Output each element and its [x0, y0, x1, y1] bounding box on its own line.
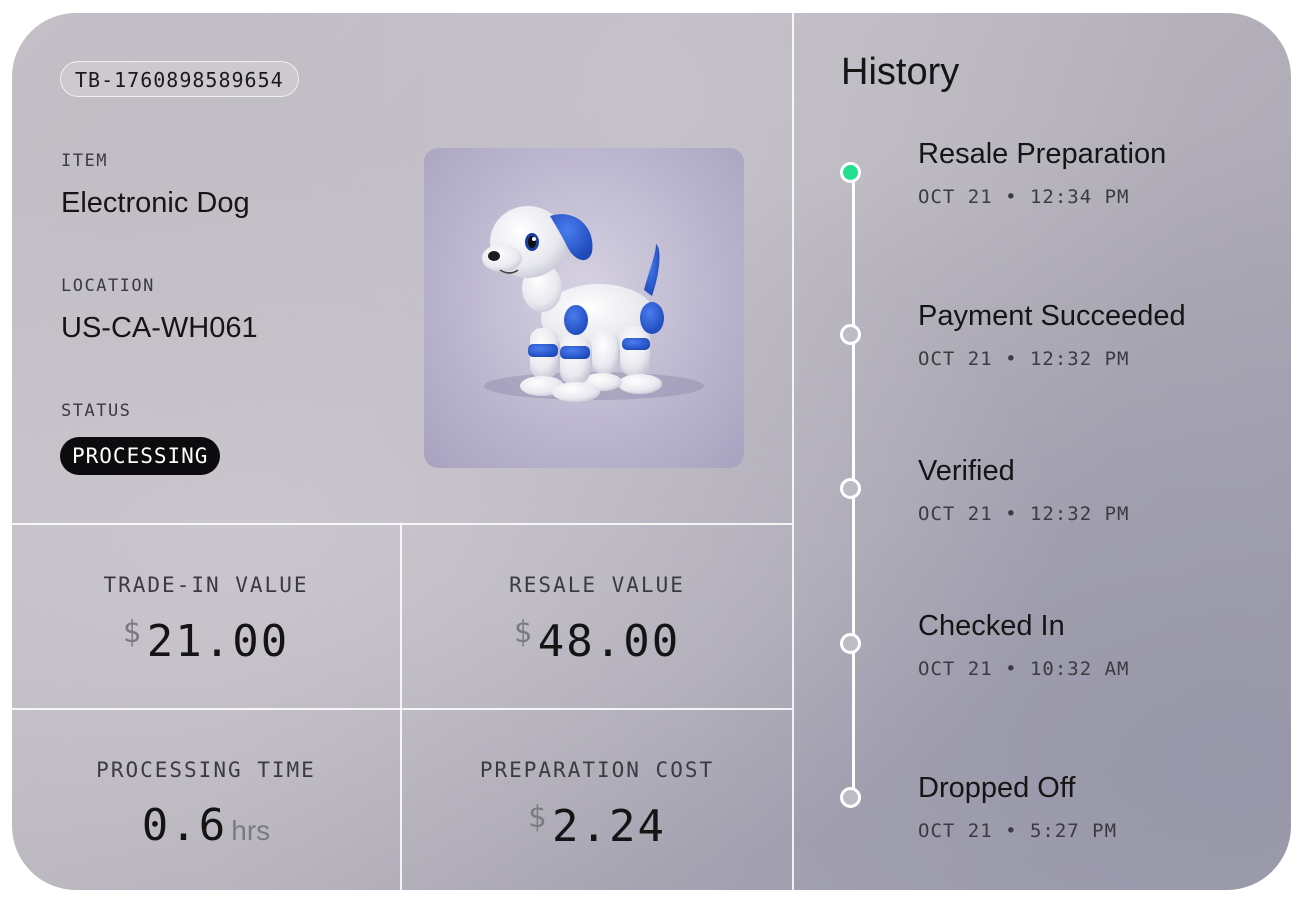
history-event: Resale Preparation OCT 21 • 12:34 PM	[12, 138, 1291, 218]
event-time: OCT 21 • 10:32 AM	[918, 658, 1130, 680]
event-title: Verified	[918, 455, 1015, 487]
timeline-dot	[840, 787, 861, 808]
event-time: OCT 21 • 5:27 PM	[918, 820, 1118, 842]
event-title: Checked In	[918, 610, 1065, 642]
event-title: Dropped Off	[918, 772, 1076, 804]
timeline-dot-active	[840, 162, 861, 183]
history-event: Dropped Off OCT 21 • 5:27 PM	[12, 772, 1291, 852]
trade-in-value-label: TRADE-IN VALUE	[103, 573, 309, 597]
resale-value-label: RESALE VALUE	[509, 573, 685, 597]
ticket-id-badge: TB-1760898589654	[60, 61, 299, 97]
history-title: History	[841, 51, 960, 93]
divider-horizontal-mid	[12, 708, 792, 710]
event-title: Payment Succeeded	[918, 300, 1186, 332]
trade-in-card: TB-1760898589654 ITEM Electronic Dog LOC…	[12, 13, 1291, 890]
timeline-dot	[840, 324, 861, 345]
history-event: Verified OCT 21 • 12:32 PM	[12, 455, 1291, 535]
history-event: Checked In OCT 21 • 10:32 AM	[12, 610, 1291, 690]
history-event: Payment Succeeded OCT 21 • 12:32 PM	[12, 300, 1291, 380]
location-label: LOCATION	[61, 276, 155, 296]
event-title: Resale Preparation	[918, 138, 1167, 170]
timeline-dot	[840, 478, 861, 499]
event-time: OCT 21 • 12:34 PM	[918, 186, 1130, 208]
status-label: STATUS	[61, 401, 132, 421]
timeline-dot	[840, 633, 861, 654]
event-time: OCT 21 • 12:32 PM	[918, 503, 1130, 525]
event-time: OCT 21 • 12:32 PM	[918, 348, 1130, 370]
